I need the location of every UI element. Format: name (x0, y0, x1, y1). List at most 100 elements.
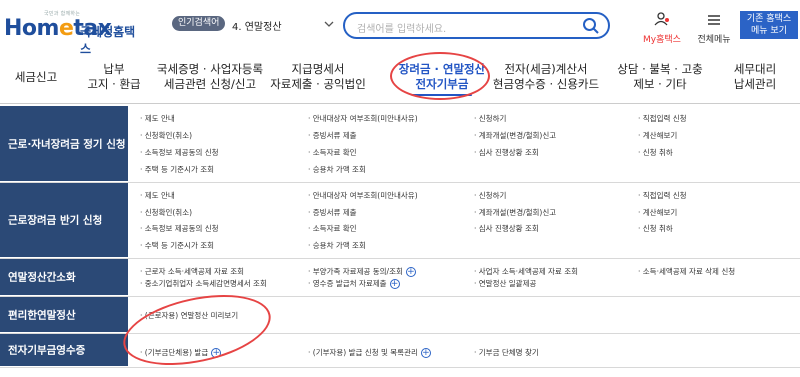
classic-menu-line1: 기존 홈택스 (746, 14, 792, 24)
menu-link-label: 소득자료 확인 (312, 224, 357, 234)
nav-item-label: 세금신고 (14, 70, 58, 84)
menu-link-label: 안내대상자 여부조회(미안내사유) (312, 114, 418, 123)
plus-icon[interactable]: + (420, 348, 431, 358)
menu-link-label: 안내대상자 여부조회(미안내사유) (312, 191, 418, 200)
menu-link[interactable]: · 계산해보기 (638, 208, 677, 218)
menu-link[interactable]: · 계산해보기 (638, 131, 677, 141)
menu-link[interactable]: · 소득·세액공제 자료 삭제 신청 (638, 267, 735, 277)
menu-link-label: 계좌개설(변경/철회)신고 (478, 131, 557, 140)
menu-link-label: 신청하기 (478, 114, 507, 123)
menu-link[interactable]: · 안내대상자 여부조회(미안내사유) (308, 191, 418, 201)
search-icon[interactable] (582, 17, 600, 35)
menu-link[interactable]: · 소득정보 제공동의 신청 (140, 224, 219, 234)
header: 국민과 함께하는 Hometax 국세청홈택스 인기검색어 4. 연말정산 검색… (0, 0, 800, 56)
menu-link[interactable]: · 사업자 소득·세액공제 자료 조회 (474, 267, 578, 277)
chevron-down-icon[interactable] (324, 19, 334, 29)
menu-link[interactable]: · 주택 등 기준시가 조회 (140, 165, 214, 175)
menu-link[interactable]: · 연말정산 일괄제공 (474, 279, 536, 289)
menu-link[interactable]: · 제도 안내 (140, 191, 175, 201)
menu-category-label: 전자기부금영수증 (8, 344, 86, 357)
nav-item-4[interactable]: 장려금 · 연말정산 전자기부금 (399, 62, 485, 96)
nav-item-3[interactable]: 지급명세서 자료제출 · 공익법인 (270, 62, 366, 92)
menu-link-label: 소득·세액공제 자료 삭제 신청 (642, 267, 736, 276)
menu-link[interactable]: · 영수증 발급처 자료제출 + (308, 279, 400, 289)
menu-link-label: 주택 등 기준시가 조회 (144, 165, 215, 174)
menu-category[interactable]: 전자기부금영수증 (0, 334, 128, 367)
menu-link[interactable]: · 심사 진행상황 조회 (474, 224, 539, 234)
menu-section: 근로·자녀장려금 정기 신청 · 제도 안내 · 안내대상자 여부조회(미안내사유)… (0, 106, 800, 183)
menu-section: 연말정산간소화 · 근로자 소득·세액공제 자료 조회 · 부양가족 자료제공 동의… (0, 259, 800, 297)
menu-link[interactable]: · 승용차 가액 조회 (308, 241, 366, 251)
menu-category[interactable]: 근로장려금 반기 신청 (0, 183, 128, 258)
classic-menu-button[interactable]: 기존 홈택스 메뉴 보기 (740, 11, 798, 39)
menu-link[interactable]: · 부양가족 자료제공 동의/조회 + (308, 267, 416, 277)
menu-link[interactable]: · 기부금 단체명 찾기 (474, 348, 539, 358)
menu-link[interactable]: · 중소기업취업자 소득세감면명세서 조회 (140, 279, 267, 289)
menu-link[interactable]: · 근로자 소득·세액공제 자료 조회 (140, 267, 244, 277)
menu-link-label: 신청하기 (478, 191, 507, 200)
nav-item-label: 고지 · 환급 (87, 77, 141, 91)
menu-link-label: 신청 취하 (642, 224, 673, 234)
menu-section: 전자기부금영수증 · (기부금단체용) 발급 + · (기부자용) 발급 신청 및 목… (0, 334, 800, 368)
menu-link[interactable]: · 계좌개설(변경/철회)신고 (474, 208, 556, 218)
menu-link[interactable]: · 증빙서류 제출 (308, 208, 357, 218)
hometax-logo[interactable]: 국민과 함께하는 Hometax 국세청홈택스 (4, 10, 139, 56)
menu-link[interactable]: · 수택 등 기준시가 조회 (140, 241, 214, 251)
search-input[interactable]: 검색어를 입력하세요. (343, 12, 610, 39)
menu-link[interactable]: · 소득정보 제공동의 신청 (140, 148, 219, 158)
menu-link[interactable]: · 신청확인(취소) (140, 208, 192, 218)
all-menu-button[interactable]: 전체메뉴 (694, 11, 734, 45)
menu-link[interactable]: · 승용차 가액 조회 (308, 165, 366, 175)
plus-icon[interactable]: + (211, 348, 222, 358)
menu-link[interactable]: · 심사 진행상황 조회 (474, 148, 539, 158)
menu-link[interactable]: · 직접입력 신청 (638, 114, 687, 124)
menu-link[interactable]: · 직접입력 신청 (638, 191, 687, 201)
myhometax-link[interactable]: My홈택스 (640, 11, 684, 45)
menu-link-label: 기부금 단체명 찾기 (478, 348, 539, 357)
menu-link-label: 연말정산 일괄제공 (478, 279, 537, 288)
menu-link[interactable]: · 제도 안내 (140, 114, 175, 124)
menu-link[interactable]: · 증빙서류 제출 (308, 131, 357, 141)
menu-link[interactable]: · 소득자료 확인 (308, 224, 357, 234)
menu-link-label: 신청 취하 (642, 148, 673, 157)
nav-item-5[interactable]: 전자(세금)계산서 현금영수증 · 신용카드 (493, 62, 599, 92)
menu-link-label: 중소기업취업자 소득세감면명세서 조회 (144, 279, 267, 288)
menu-link-label: 심사 진행상황 조회 (478, 148, 539, 157)
menu-link[interactable]: · 계좌개설(변경/철회)신고 (474, 131, 556, 141)
menu-link[interactable]: · 신청확인(취소) (140, 131, 192, 141)
menu-link[interactable]: · (근로자용) 연말정산 미리보기 (140, 311, 238, 321)
menu-category-label: 연말정산간소화 (8, 271, 76, 284)
menu-category[interactable]: 편리한연말정산 (0, 297, 128, 333)
menu-link-label: 증빙서류 제출 (312, 207, 357, 217)
menu-category[interactable]: 연말정산간소화 (0, 259, 128, 296)
menu-link-label: 영수증 발급처 자료제출 (312, 279, 387, 288)
menu-link[interactable]: · 신청 취하 (638, 224, 673, 234)
menu-link-label: (기부자용) 발급 신청 및 목록관리 (312, 348, 418, 357)
menu-link[interactable]: · 소득자료 확인 (308, 148, 357, 158)
nav-item-7[interactable]: 세무대리 납세관리 (734, 62, 776, 92)
menu-link[interactable]: · 신청하기 (474, 114, 506, 124)
nav-item-0[interactable]: 세금신고 (15, 70, 57, 85)
nav-item-2[interactable]: 국세증명 · 사업자등록 세금관련 신청/신고 (157, 62, 263, 92)
menu-link[interactable]: · (기부금단체용) 발급 + (140, 348, 222, 358)
nav-item-label: 세금관련 신청/신고 (163, 77, 257, 91)
active-underline (411, 94, 473, 96)
nav-item-label: 국세증명 · 사업자등록 (156, 62, 264, 76)
menu-link[interactable]: · (기부자용) 발급 신청 및 목록관리 + (308, 348, 431, 358)
menu-category[interactable]: 근로·자녀장려금 정기 신청 (0, 106, 128, 182)
nav-item-1[interactable]: 납부 고지 · 환급 (87, 62, 140, 92)
menu-link[interactable]: · 신청하기 (474, 191, 506, 201)
menu-link-label: 신청확인(취소) (144, 131, 193, 140)
menu-link[interactable]: · 신청 취하 (638, 148, 673, 158)
menu-link-label: 사업자 소득·세액공제 자료 조회 (478, 267, 579, 276)
menu-link-label: 계산해보기 (642, 131, 678, 140)
menu-category-label: 편리한연말정산 (8, 309, 76, 321)
plus-icon[interactable]: + (389, 279, 400, 289)
nav-item-label: 납세관리 (733, 77, 777, 91)
nav-item-6[interactable]: 상담 · 불복 · 고충 제보 · 기타 (617, 62, 702, 92)
nav-item-label: 전자기부금 (415, 77, 469, 91)
popular-keyword[interactable]: 4. 연말정산 (232, 18, 282, 33)
menu-link-label: 심사 진행상황 조회 (478, 224, 539, 234)
plus-icon[interactable]: + (405, 267, 416, 277)
menu-link[interactable]: · 안내대상자 여부조회(미안내사유) (308, 114, 418, 124)
